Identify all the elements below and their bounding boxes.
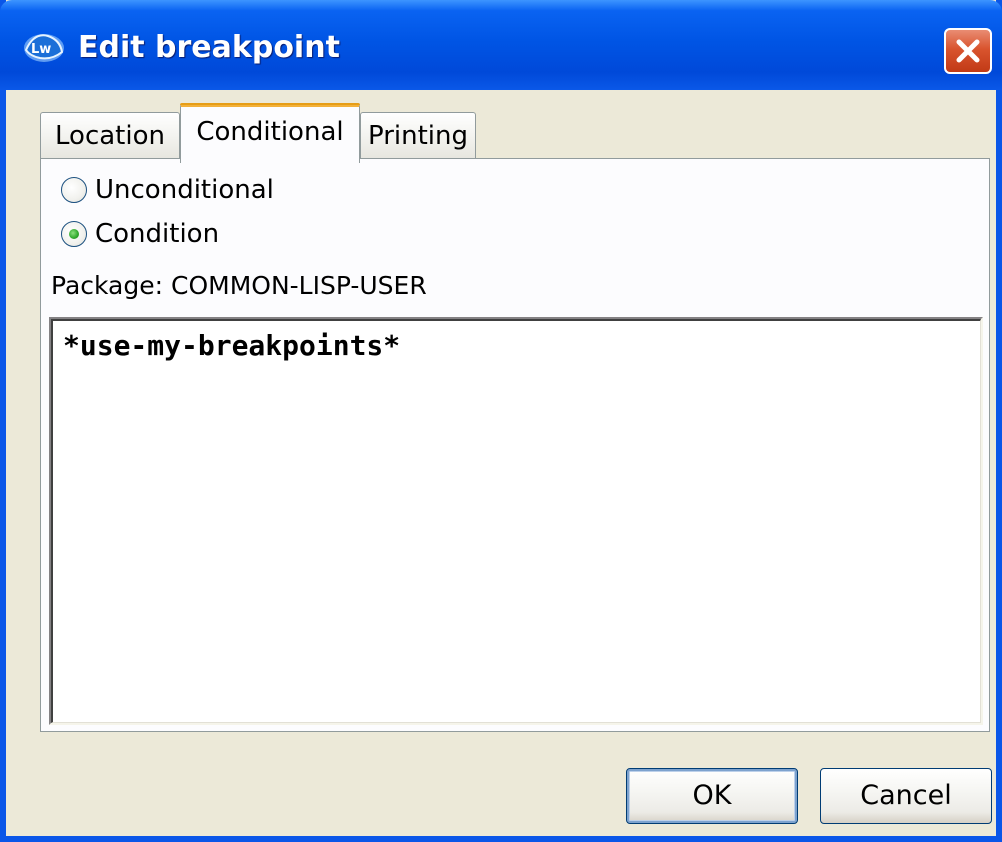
radio-button-checked[interactable] bbox=[61, 221, 87, 247]
radio-unconditional[interactable]: Unconditional bbox=[61, 175, 274, 205]
close-button[interactable] bbox=[944, 28, 992, 74]
app-icon: Lw bbox=[22, 28, 66, 64]
radio-condition[interactable]: Condition bbox=[61, 219, 219, 249]
conditional-tab-panel: Unconditional Condition Package: COMMON-… bbox=[40, 158, 990, 732]
radio-selected-dot bbox=[69, 229, 79, 239]
condition-text[interactable]: *use-my-breakpoints* bbox=[63, 329, 400, 362]
tab-printing[interactable]: Printing bbox=[360, 112, 476, 160]
radio-condition-label: Condition bbox=[95, 219, 220, 249]
radio-unconditional-label: Unconditional bbox=[95, 175, 274, 205]
tab-location[interactable]: Location bbox=[40, 112, 180, 160]
condition-editor-frame: *use-my-breakpoints* bbox=[51, 319, 981, 723]
tab-conditional[interactable]: Conditional bbox=[180, 103, 360, 163]
title-bar[interactable]: Lw Edit breakpoint bbox=[0, 0, 1002, 90]
svg-text:Lw: Lw bbox=[31, 42, 51, 57]
edit-breakpoint-dialog: Lw Edit breakpoint Location Conditional … bbox=[0, 0, 1002, 842]
radio-button-unchecked[interactable] bbox=[61, 177, 87, 203]
package-label: Package: COMMON-LISP-USER bbox=[51, 271, 427, 300]
window-title: Edit breakpoint bbox=[78, 30, 340, 65]
cancel-button[interactable]: Cancel bbox=[820, 768, 992, 824]
close-icon bbox=[956, 39, 980, 63]
condition-editor[interactable]: *use-my-breakpoints* bbox=[49, 317, 983, 725]
ok-button[interactable]: OK bbox=[626, 768, 798, 824]
